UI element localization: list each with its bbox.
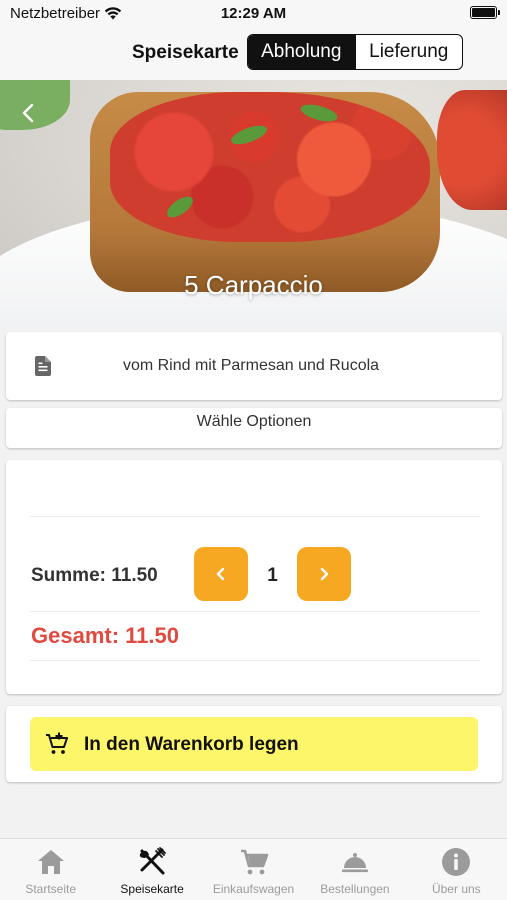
chevron-right-icon — [320, 567, 329, 581]
add-to-cart-card: In den Warenkorb legen — [6, 706, 502, 782]
segment-pickup[interactable]: Abholung — [248, 35, 355, 69]
cloche-icon — [341, 853, 368, 873]
decrease-quantity-button[interactable] — [194, 547, 248, 601]
increase-quantity-button[interactable] — [297, 547, 351, 601]
delivery-mode-segmented-control: Abholung Lieferung — [247, 34, 463, 70]
chevron-left-icon — [216, 567, 225, 581]
options-card[interactable]: Wähle Optionen — [6, 408, 502, 448]
quantity-value: 1 — [267, 565, 278, 586]
cart-icon — [240, 849, 268, 875]
battery-icon — [470, 6, 500, 19]
total-label: Gesamt: 11.50 — [31, 623, 179, 648]
fork-knife-icon — [139, 847, 167, 875]
tab-cart[interactable]: Einkaufswagen — [203, 839, 304, 900]
product-title: 5 Carpaccio — [184, 270, 323, 300]
tab-menu[interactable]: Speisekarte — [101, 839, 202, 900]
battery-level — [472, 8, 495, 17]
description-card: vom Rind mit Parmesan und Rucola — [6, 332, 502, 400]
tomato-topping-shape — [110, 92, 430, 242]
divider — [30, 516, 480, 517]
divider — [30, 660, 480, 661]
tab-orders[interactable]: Bestellungen — [304, 839, 405, 900]
tab-label: Einkaufswagen — [212, 882, 295, 896]
add-to-cart-button[interactable]: In den Warenkorb legen — [30, 717, 478, 771]
status-bar: Netzbetreiber 12:29 AM — [0, 0, 507, 28]
quantity-card: Summe: 11.50 1 Gesamt: 11.50 — [6, 460, 502, 694]
tab-label: Bestellungen — [320, 882, 390, 896]
page-title: Speisekarte — [132, 42, 239, 63]
tab-bar: Startseite Speisekarte Einkaufswagen Bes… — [0, 838, 507, 900]
back-button[interactable] — [14, 98, 44, 128]
tab-label: Startseite — [25, 882, 77, 896]
chevron-left-icon — [22, 103, 34, 123]
product-description: vom Rind mit Parmesan und Rucola — [122, 357, 380, 374]
home-icon — [37, 850, 64, 874]
segment-delivery[interactable]: Lieferung — [354, 35, 463, 69]
side-tomato-shape — [437, 90, 507, 210]
subtotal-label: Summe: 11.50 — [31, 565, 158, 586]
add-to-cart-label: In den Warenkorb legen — [84, 734, 299, 755]
clock: 12:29 AM — [220, 5, 287, 22]
tab-label: Speisekarte — [120, 882, 184, 896]
info-icon — [442, 848, 471, 876]
divider — [30, 611, 480, 612]
tab-home[interactable]: Startseite — [0, 839, 101, 900]
choose-options-label: Wähle Optionen — [196, 413, 312, 430]
add-to-cart-icon — [46, 732, 68, 754]
tab-about[interactable]: Über uns — [406, 839, 507, 900]
tab-label: Über uns — [431, 882, 481, 896]
